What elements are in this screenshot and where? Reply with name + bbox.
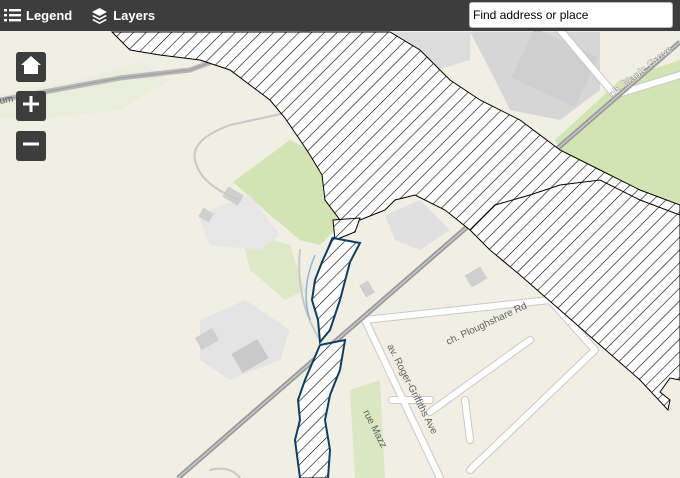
minus-icon xyxy=(23,136,39,157)
zoom-in-button[interactable] xyxy=(16,91,46,121)
home-icon xyxy=(21,55,41,79)
layers-icon xyxy=(91,7,108,24)
search-input[interactable] xyxy=(469,2,673,28)
home-button[interactable] xyxy=(16,52,46,82)
map-layer: ch. Maple Grove ch. Ploughshare Rd av. R… xyxy=(0,0,680,478)
legend-button[interactable]: Legend xyxy=(4,0,72,31)
legend-label: Legend xyxy=(26,8,73,23)
list-icon xyxy=(4,8,21,23)
zoom-out-button[interactable] xyxy=(16,131,46,161)
top-toolbar: Legend Layers xyxy=(0,0,680,31)
map-canvas[interactable]: ch. Maple Grove ch. Ploughshare Rd av. R… xyxy=(0,0,680,478)
layers-button[interactable]: Layers xyxy=(91,0,155,31)
plus-icon xyxy=(23,95,39,117)
layers-label: Layers xyxy=(113,8,156,23)
